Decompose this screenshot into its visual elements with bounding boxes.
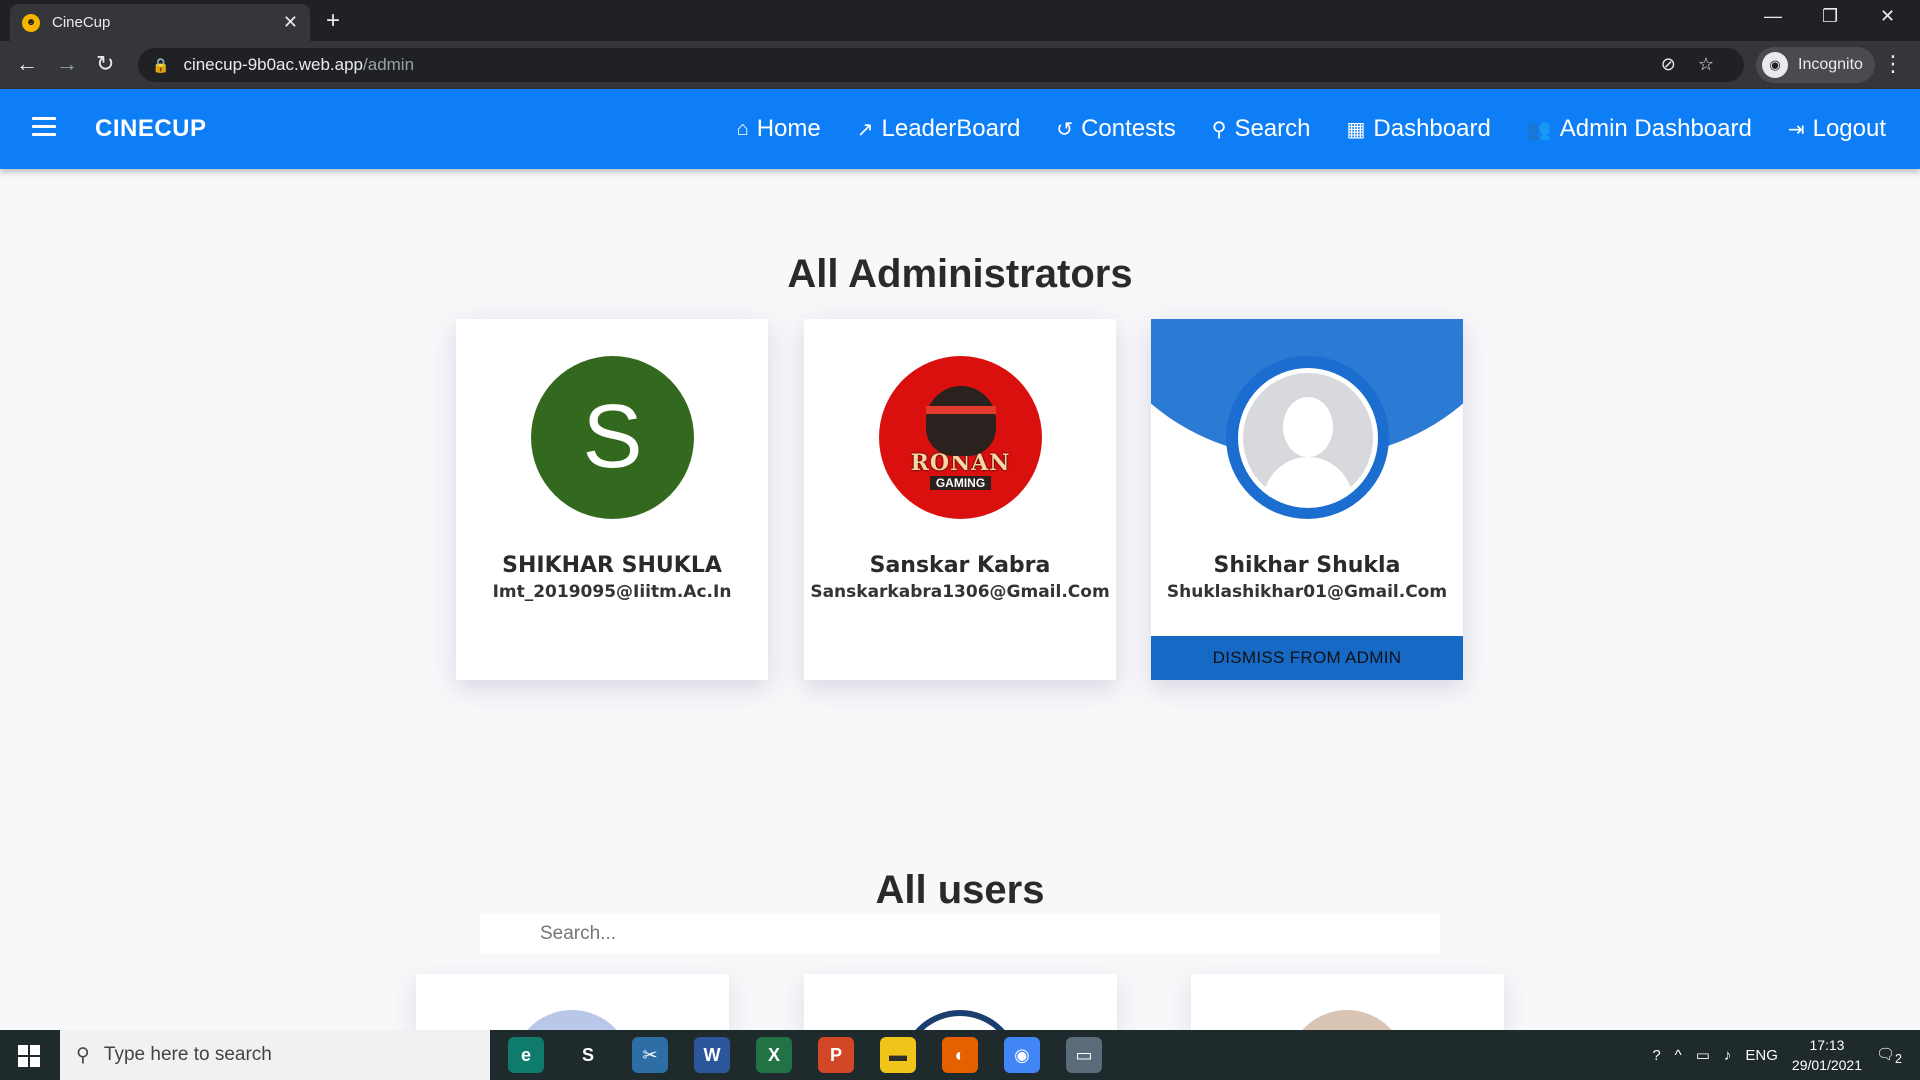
close-tab-icon[interactable]: ✕	[283, 12, 298, 33]
admin-card: S SHIKHAR SHUKLA Imt_2019095@Iiitm.Ac.In	[456, 319, 768, 680]
system-tray: ? ^ ▭ ♪ ENG 17:13 29/01/2021 🗨2	[1652, 1030, 1920, 1080]
tracking-blocked-icon[interactable]: ⊘	[1661, 54, 1676, 75]
logout-icon: ⇥	[1787, 118, 1805, 141]
browser-tab-bar: ☻ CineCup ✕ + — ❐ ✕	[0, 0, 1920, 41]
admin-email: Shuklashikhar01@Gmail.Com	[1166, 582, 1448, 602]
nav-contests[interactable]: ↺ Contests	[1056, 115, 1175, 143]
users-section-title: All users	[875, 868, 1045, 912]
search-icon: ⚲	[1211, 118, 1227, 141]
admin-name: Sanskar Kabra	[869, 553, 1051, 578]
clock[interactable]: 17:13 29/01/2021	[1792, 1035, 1862, 1075]
nav-admin-dashboard[interactable]: 👥 Admin Dashboard	[1527, 115, 1752, 143]
user-card	[1191, 974, 1504, 1030]
windows-taskbar: ⚲ Type here to search e S ✂ W X P ▬ ◐ ◉ …	[0, 1030, 1920, 1080]
lock-icon: 🔒	[152, 56, 170, 73]
gorilla-logo-icon	[925, 385, 996, 456]
language-indicator[interactable]: ENG	[1745, 1047, 1778, 1064]
people-icon: 👥	[1526, 118, 1552, 141]
url-host: cinecup-9b0ac.web.app	[183, 55, 364, 74]
reload-button[interactable]: ↻	[96, 51, 114, 77]
nav-search[interactable]: ⚲ Search	[1212, 115, 1311, 143]
admin-email: Imt_2019095@Iiitm.Ac.In	[492, 582, 732, 602]
taskbar-search[interactable]: ⚲ Type here to search	[60, 1030, 490, 1080]
user-search-input[interactable]	[480, 914, 1440, 954]
dismiss-from-admin-button[interactable]: DISMISS FROM ADMIN	[1151, 636, 1463, 680]
nav-logout[interactable]: ⇥ Logout	[1788, 115, 1886, 143]
minimize-button[interactable]: —	[1764, 6, 1782, 27]
windows-start-icon[interactable]	[18, 1045, 40, 1067]
edge-icon[interactable]: e	[508, 1037, 544, 1073]
cinecup-favicon-icon: ☻	[22, 13, 40, 32]
tab-title: CineCup	[52, 14, 111, 31]
user-card	[416, 974, 729, 1030]
back-button[interactable]: ←	[16, 51, 38, 77]
search-icon: ⚲	[76, 1044, 90, 1066]
nav-leaderboard[interactable]: ↗ LeaderBoard	[857, 115, 1021, 143]
admin-name: Shikhar Shukla	[1213, 553, 1401, 578]
dashboard-icon: ▦	[1346, 118, 1366, 141]
admin-card: RONAN GAMING Sanskar Kabra Sanskarkabra1…	[804, 319, 1116, 680]
browser-menu-button[interactable]: ⋮	[1882, 51, 1904, 77]
bookmark-star-icon[interactable]: ☆	[1698, 54, 1714, 75]
trending-icon: ↗	[856, 118, 874, 141]
avatar	[1287, 1010, 1407, 1030]
home-icon: ⌂	[736, 117, 749, 140]
sublime-icon[interactable]: S	[570, 1037, 606, 1073]
incognito-profile-button[interactable]: ◉ Incognito	[1756, 47, 1875, 83]
new-tab-button[interactable]: +	[326, 7, 340, 35]
nav-dashboard[interactable]: ▦ Dashboard	[1346, 115, 1490, 143]
nav-links: ⌂ Home ↗ LeaderBoard ↺ Contests ⚲ Search ▦ Da…	[737, 89, 1886, 169]
browser-toolbar: ← → ↻ 🔒 cinecup-9b0ac.web.app/admin ⊘ ☆ …	[0, 41, 1920, 89]
powerpoint-icon[interactable]: P	[818, 1037, 854, 1073]
file-explorer-icon[interactable]: ▬	[880, 1037, 916, 1073]
avatar: RONAN GAMING	[879, 356, 1042, 519]
snipping-tool-icon[interactable]: ✂	[632, 1037, 668, 1073]
chrome-icon[interactable]: ◉	[1004, 1037, 1040, 1073]
admin-email: Sanskarkabra1306@Gmail.Com	[810, 582, 1110, 602]
admin-name: SHIKHAR SHUKLA	[502, 553, 722, 578]
profile-label: Incognito	[1798, 56, 1863, 73]
default-user-icon	[1242, 372, 1373, 503]
help-icon[interactable]: ?	[1652, 1047, 1660, 1064]
menu-icon[interactable]	[32, 117, 56, 137]
close-window-button[interactable]: ✕	[1880, 6, 1895, 27]
firefox-icon[interactable]: ◐	[942, 1037, 978, 1073]
app-window-icon[interactable]: ▭	[1066, 1037, 1102, 1073]
forward-button[interactable]: →	[56, 51, 78, 77]
brand-logo[interactable]: CINECUP	[95, 115, 207, 143]
browser-tab[interactable]: ☻ CineCup ✕	[10, 4, 310, 41]
app-navbar: CINECUP ⌂ Home ↗ LeaderBoard ↺ Contests ⚲ Se…	[0, 89, 1920, 169]
excel-icon[interactable]: X	[756, 1037, 792, 1073]
avatar	[1226, 356, 1389, 519]
admin-card-current-user: Shikhar Shukla Shuklashikhar01@Gmail.Com…	[1151, 319, 1463, 680]
battery-icon[interactable]: ▭	[1696, 1046, 1710, 1064]
avatar	[900, 1010, 1020, 1030]
pinned-apps: e S ✂ W X P ▬ ◐ ◉ ▭	[500, 1030, 1102, 1080]
nav-home[interactable]: ⌂ Home	[737, 115, 821, 143]
address-bar[interactable]: 🔒 cinecup-9b0ac.web.app/admin ⊘ ☆	[138, 48, 1744, 82]
chevron-up-icon[interactable]: ^	[1675, 1047, 1682, 1064]
user-card	[804, 974, 1117, 1030]
word-icon[interactable]: W	[694, 1037, 730, 1073]
incognito-icon: ◉	[1762, 52, 1788, 78]
admins-section-title: All Administrators	[787, 252, 1133, 296]
volume-icon[interactable]: ♪	[1724, 1047, 1732, 1064]
restore-button[interactable]: ❐	[1822, 6, 1838, 27]
notification-icon[interactable]: 🗨2	[1876, 1045, 1902, 1066]
url-path: /admin	[363, 55, 415, 74]
avatar: S	[531, 356, 694, 519]
avatar	[512, 1010, 632, 1030]
history-icon: ↺	[1056, 118, 1074, 141]
